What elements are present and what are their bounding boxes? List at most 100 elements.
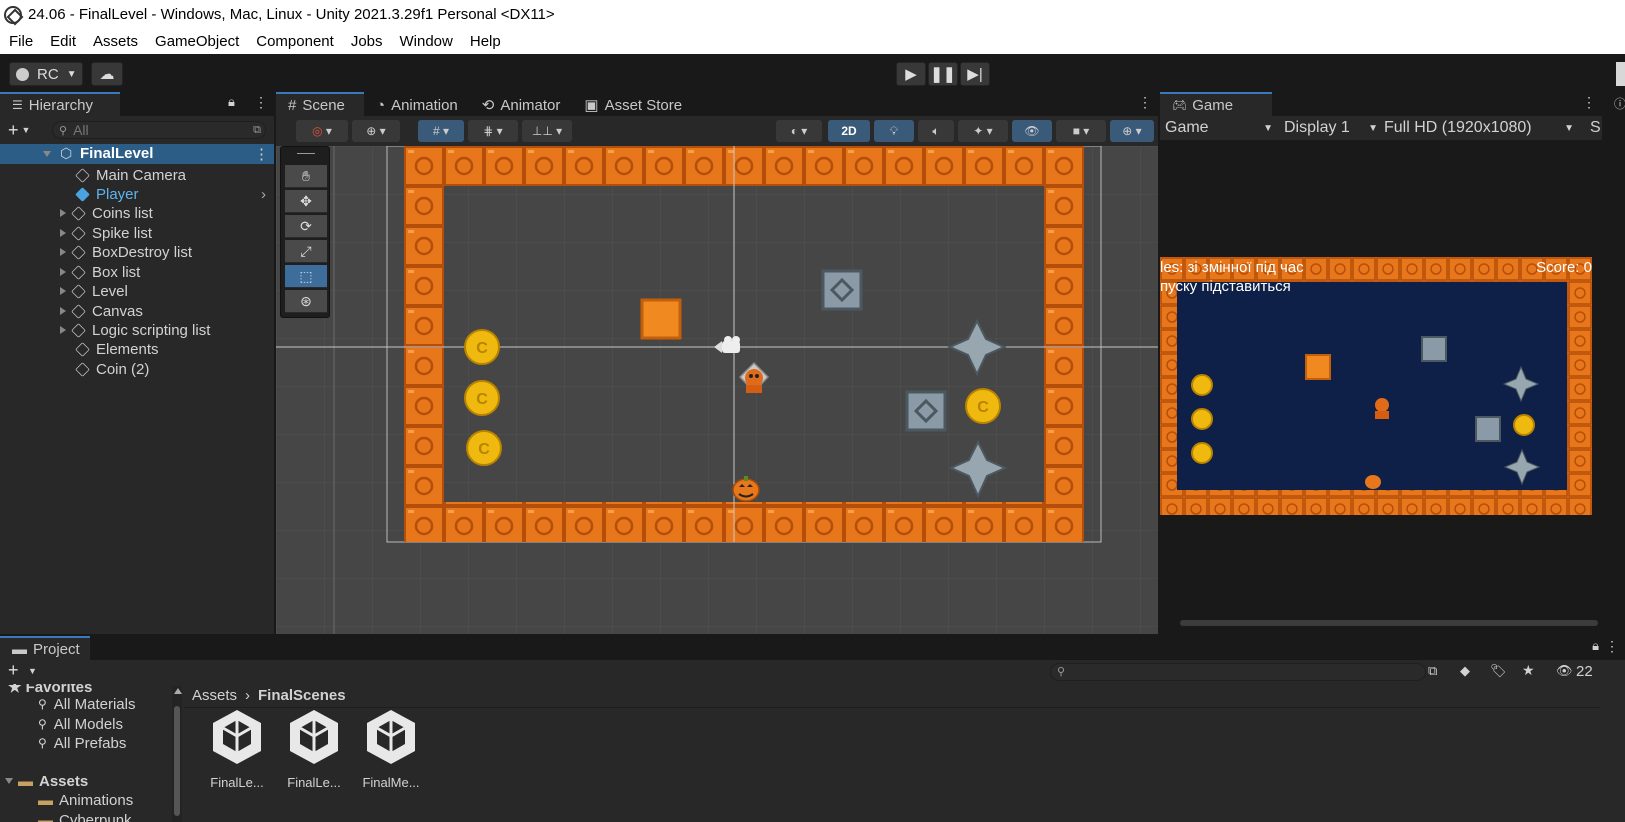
camera-dropdown[interactable]: ■ ▾ xyxy=(1056,120,1106,142)
expand-arrow-icon[interactable] xyxy=(60,209,66,217)
step-button[interactable]: ▶| xyxy=(960,62,990,86)
scene-asset[interactable]: FinalLe... xyxy=(202,708,272,790)
increment-snap-button[interactable]: ⋕ ▾ xyxy=(468,120,518,142)
expand-arrow-icon[interactable] xyxy=(60,268,66,276)
menu-edit[interactable]: Edit xyxy=(50,33,76,50)
tree-scrollbar[interactable] xyxy=(172,686,182,822)
draw-mode-dropdown[interactable]: ◎ ▾ xyxy=(296,120,348,142)
favorite-item[interactable]: ⚲ All Prefabs xyxy=(38,733,126,753)
menu-window[interactable]: Window xyxy=(400,33,453,50)
hierarchy-item[interactable]: Elements xyxy=(75,339,159,359)
scene-menu-icon[interactable]: ⋮ xyxy=(254,145,269,163)
info-icon[interactable]: ⓘ xyxy=(1614,95,1625,112)
pause-button[interactable]: ❚❚ xyxy=(928,62,958,86)
tab-asset-store[interactable]: ▣ Asset Store xyxy=(572,92,695,116)
tab-game[interactable]: 🎮︎ Game xyxy=(1160,92,1272,116)
effects-dropdown[interactable]: ✦ ▾ xyxy=(958,120,1008,142)
hierarchy-item[interactable]: Coins list xyxy=(60,203,153,223)
favorite-item[interactable]: ⚲ All Models xyxy=(38,714,123,734)
folder-item[interactable]: ▬ Animations xyxy=(38,790,133,810)
resolution-dropdown[interactable]: Full HD (1920x1080) ▼ xyxy=(1384,116,1574,140)
folder-item[interactable]: ▬ Cyberpunk xyxy=(38,810,132,822)
hierarchy-item-player[interactable]: Player › xyxy=(75,184,274,204)
scene-asset[interactable]: FinalMe... xyxy=(356,708,426,790)
menu-gameobject[interactable]: GameObject xyxy=(155,33,239,50)
hierarchy-item[interactable]: Box list xyxy=(60,262,140,282)
add-icon[interactable]: + xyxy=(8,120,19,141)
game-view-dropdown[interactable]: Game ▼ xyxy=(1165,116,1277,140)
expand-arrow-icon[interactable] xyxy=(60,248,66,256)
add-icon[interactable]: + xyxy=(8,660,19,681)
stone-box[interactable] xyxy=(905,390,947,432)
filter-by-type-icon[interactable]: ◆ xyxy=(1460,663,1470,679)
more-menu-icon[interactable]: ⋮ xyxy=(1605,638,1619,655)
scene-asset[interactable]: FinalLe... xyxy=(279,708,349,790)
tab-scene[interactable]: # Scene xyxy=(276,92,364,116)
grid-snap-button[interactable]: # ▾ xyxy=(418,120,464,142)
menu-assets[interactable]: Assets xyxy=(93,33,138,50)
move-tool-button[interactable]: ✥ xyxy=(285,190,327,213)
rect-tool-button[interactable]: ⬚ xyxy=(285,265,327,288)
hierarchy-scene-row[interactable]: ⬡ FinalLevel ⋮ xyxy=(0,144,274,164)
coin[interactable]: C xyxy=(466,430,502,466)
game-horizontal-scrollbar[interactable] xyxy=(1180,620,1598,626)
hierarchy-item[interactable]: Spike list xyxy=(60,223,152,243)
expand-arrow-icon[interactable] xyxy=(60,307,66,315)
shading-dropdown[interactable]: ◐ ▾ xyxy=(776,120,822,142)
ruler-button[interactable]: ⊥⊥ ▾ xyxy=(522,120,572,142)
more-menu-icon[interactable]: ⋮ xyxy=(1582,94,1596,111)
display-dropdown[interactable]: Display 1 ▼ xyxy=(1284,116,1378,140)
visibility-toggle[interactable]: 👁︎ xyxy=(1012,120,1052,142)
hierarchy-item[interactable]: Logic scripting list xyxy=(60,320,210,340)
mode-2d-toggle[interactable]: 2D xyxy=(828,120,870,142)
favorite-item[interactable]: ⚲ All Materials xyxy=(38,694,135,714)
assets-root[interactable]: ▬ Assets xyxy=(5,771,88,791)
rotate-tool-button[interactable]: ⟳ xyxy=(285,215,327,238)
menu-help[interactable]: Help xyxy=(470,33,501,50)
stone-box[interactable] xyxy=(821,269,863,311)
scale-tool-button[interactable]: ⤢ xyxy=(285,240,327,263)
more-menu-icon[interactable]: ⋮ xyxy=(254,94,268,111)
expand-arrow-icon[interactable] xyxy=(43,151,51,157)
grip-handle[interactable] xyxy=(297,153,315,154)
expand-arrow-icon[interactable] xyxy=(60,229,66,237)
filter-by-label-icon[interactable]: 🏷︎ xyxy=(1490,663,1507,679)
tab-hierarchy[interactable]: ☰ Hierarchy xyxy=(0,92,120,116)
tab-animation[interactable]: ◔ Animation xyxy=(364,92,470,116)
menu-jobs[interactable]: Jobs xyxy=(351,33,383,50)
play-button[interactable]: ▶ xyxy=(896,62,926,86)
lock-icon[interactable]: 🔒︎ xyxy=(228,94,235,110)
expand-arrow-icon[interactable] xyxy=(60,326,66,334)
breadcrumb-finalscenes[interactable]: FinalScenes xyxy=(258,687,346,704)
hierarchy-item[interactable]: Canvas xyxy=(60,301,143,321)
hierarchy-item[interactable]: Main Camera xyxy=(75,165,186,185)
search-by-type-icon[interactable]: ⧉ xyxy=(253,124,261,137)
gizmos-dropdown[interactable]: ⊕ ▾ xyxy=(1110,120,1154,142)
audio-toggle[interactable]: 🔈︎ xyxy=(918,120,954,142)
tab-project[interactable]: ▬ Project xyxy=(0,636,90,660)
expand-arrow-icon[interactable] xyxy=(60,287,66,295)
hierarchy-item[interactable]: Level xyxy=(60,281,128,301)
search-in-scene-icon[interactable]: ⧉ xyxy=(1428,663,1437,679)
hierarchy-item[interactable]: BoxDestroy list xyxy=(60,242,192,262)
menu-file[interactable]: File xyxy=(9,33,33,50)
lighting-toggle[interactable]: 💡︎ xyxy=(874,120,914,142)
coin[interactable]: C xyxy=(464,329,500,365)
layout-dropdown-cut[interactable] xyxy=(1616,62,1625,86)
scroll-up-icon[interactable] xyxy=(174,688,182,694)
menu-component[interactable]: Component xyxy=(256,33,334,50)
account-dropdown[interactable]: RC ▼ xyxy=(9,62,83,86)
expand-arrow-icon[interactable] xyxy=(5,778,13,784)
breadcrumb-assets[interactable]: Assets xyxy=(192,687,237,704)
game-viewport[interactable]: les: зі змінної під час пуску підставить… xyxy=(1160,257,1592,515)
hierarchy-item[interactable]: Coin (2) xyxy=(75,359,149,379)
coin[interactable]: C xyxy=(965,388,1001,424)
hidden-packages-icon[interactable]: 👁︎ xyxy=(1556,663,1573,679)
orange-box[interactable] xyxy=(640,298,682,340)
lock-icon[interactable]: 🔒︎ xyxy=(1592,638,1599,654)
scale-label[interactable]: S xyxy=(1590,116,1601,140)
global-dropdown[interactable]: ⊕ ▾ xyxy=(352,120,400,142)
project-search-input[interactable]: ⚲ xyxy=(1050,663,1426,681)
chevron-down-icon[interactable]: ▼ xyxy=(22,125,31,135)
hand-tool-button[interactable]: ✋︎ xyxy=(285,165,327,188)
